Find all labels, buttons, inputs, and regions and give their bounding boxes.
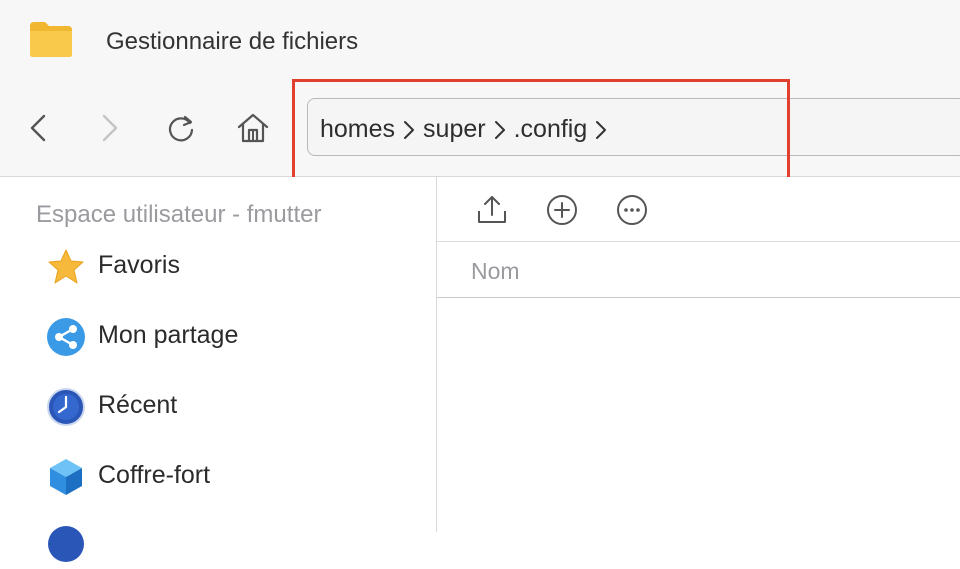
refresh-button[interactable] (163, 110, 199, 146)
sidebar-item-partial[interactable] (46, 521, 426, 565)
chevron-left-icon (30, 114, 46, 142)
sidebar-item-recent[interactable]: Récent (46, 384, 426, 428)
star-icon (46, 247, 86, 287)
forward-button[interactable] (92, 110, 128, 146)
highlight-box (292, 79, 790, 181)
clock-icon (46, 387, 86, 427)
sidebar-header: Espace utilisateur - fmutter (36, 201, 322, 228)
share-icon (46, 317, 86, 357)
back-button[interactable] (20, 110, 56, 146)
sidebar-item-favoris[interactable]: Favoris (46, 244, 426, 288)
column-header: Nom (437, 241, 960, 298)
sidebar-item-label: Récent (98, 391, 178, 419)
home-icon (237, 113, 269, 143)
folder-icon (28, 20, 74, 58)
chevron-right-icon (102, 114, 118, 142)
refresh-icon (168, 115, 194, 142)
sidebar: Espace utilisateur - fmutter Favoris Mon… (0, 177, 437, 562)
sidebar-item-label: Mon partage (98, 321, 239, 349)
more-icon[interactable] (615, 193, 649, 227)
sidebar-item-coffre-fort[interactable]: Coffre-fort (46, 454, 426, 498)
add-icon[interactable] (545, 193, 579, 227)
title-bar: Gestionnaire de fichiers (0, 0, 960, 88)
sidebar-item-label: Coffre-fort (98, 461, 211, 489)
main-panel: Nom (437, 177, 960, 532)
sidebar-item-label: Favoris (98, 251, 180, 279)
upload-icon[interactable] (475, 193, 509, 227)
cube-icon (46, 457, 86, 497)
app-title: Gestionnaire de fichiers (106, 28, 359, 55)
home-button[interactable] (235, 110, 271, 146)
sidebar-item-mon-partage[interactable]: Mon partage (46, 314, 426, 358)
column-name-header[interactable]: Nom (471, 258, 520, 285)
globe-icon (46, 524, 86, 564)
